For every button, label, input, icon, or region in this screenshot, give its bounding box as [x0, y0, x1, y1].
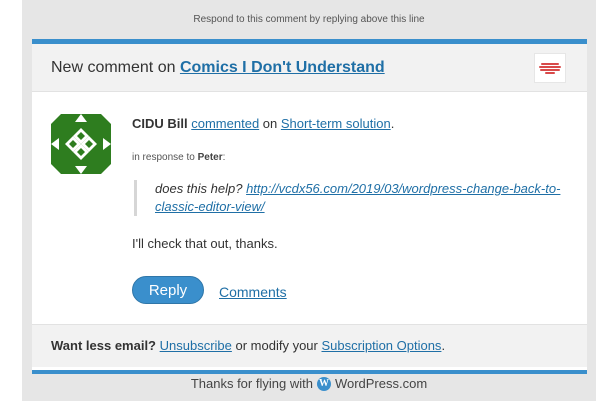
reply-instruction: Respond to this comment by replying abov…	[193, 14, 425, 25]
in-response-suffix: :	[222, 152, 226, 163]
subscription-options-link[interactable]: Subscription Options	[321, 338, 441, 353]
on-word: on	[259, 116, 281, 131]
comment-author: CIDU Bill	[132, 116, 188, 131]
quoted-comment: does this help? http://vcdx56.com/2019/0…	[134, 180, 565, 216]
in-response-prefix: in response to	[132, 152, 198, 163]
header-title: New comment on Comics I Don't Understand	[51, 59, 385, 77]
avatar[interactable]	[51, 114, 111, 174]
post-suffix: .	[390, 116, 395, 131]
in-response-name: Peter	[197, 152, 223, 163]
card-footer: Want less email? Unsubscribe or modify y…	[32, 324, 587, 367]
card-header: New comment on Comics I Don't Understand	[32, 44, 587, 92]
footer-text: Want less email? Unsubscribe or modify y…	[51, 338, 445, 353]
blog-title-link[interactable]: Comics I Don't Understand	[180, 59, 385, 76]
comments-link[interactable]: Comments	[219, 284, 287, 300]
commented-link[interactable]: commented	[191, 116, 259, 131]
quote-text: does this help?	[155, 181, 247, 196]
wordpress-logo-icon: W	[316, 376, 331, 391]
footer-lead: Want less email?	[51, 338, 156, 353]
reply-button[interactable]: Reply	[132, 276, 204, 304]
in-response-line: in response to Peter:	[132, 152, 225, 163]
email-frame: Respond to this comment by replying abov…	[22, 0, 596, 401]
post-title-link[interactable]: Short-term solution	[281, 116, 391, 131]
header-prefix: New comment on	[51, 59, 180, 76]
blog-logo[interactable]	[534, 53, 566, 83]
footer-end: .	[441, 338, 446, 353]
wp-brand[interactable]: WordPress.com	[335, 376, 427, 391]
comment-meta: CIDU Bill commented on Short-term soluti…	[132, 116, 394, 131]
unsubscribe-link[interactable]: Unsubscribe	[160, 338, 232, 353]
comment-body: I'll check that out, thanks.	[132, 236, 278, 251]
footer-middle: or modify your	[231, 338, 322, 353]
wp-prefix: Thanks for flying with	[190, 376, 313, 391]
notification-card: New comment on Comics I Don't Understand	[32, 39, 587, 374]
wordpress-footer: Thanks for flying with W WordPress.com	[22, 376, 596, 391]
